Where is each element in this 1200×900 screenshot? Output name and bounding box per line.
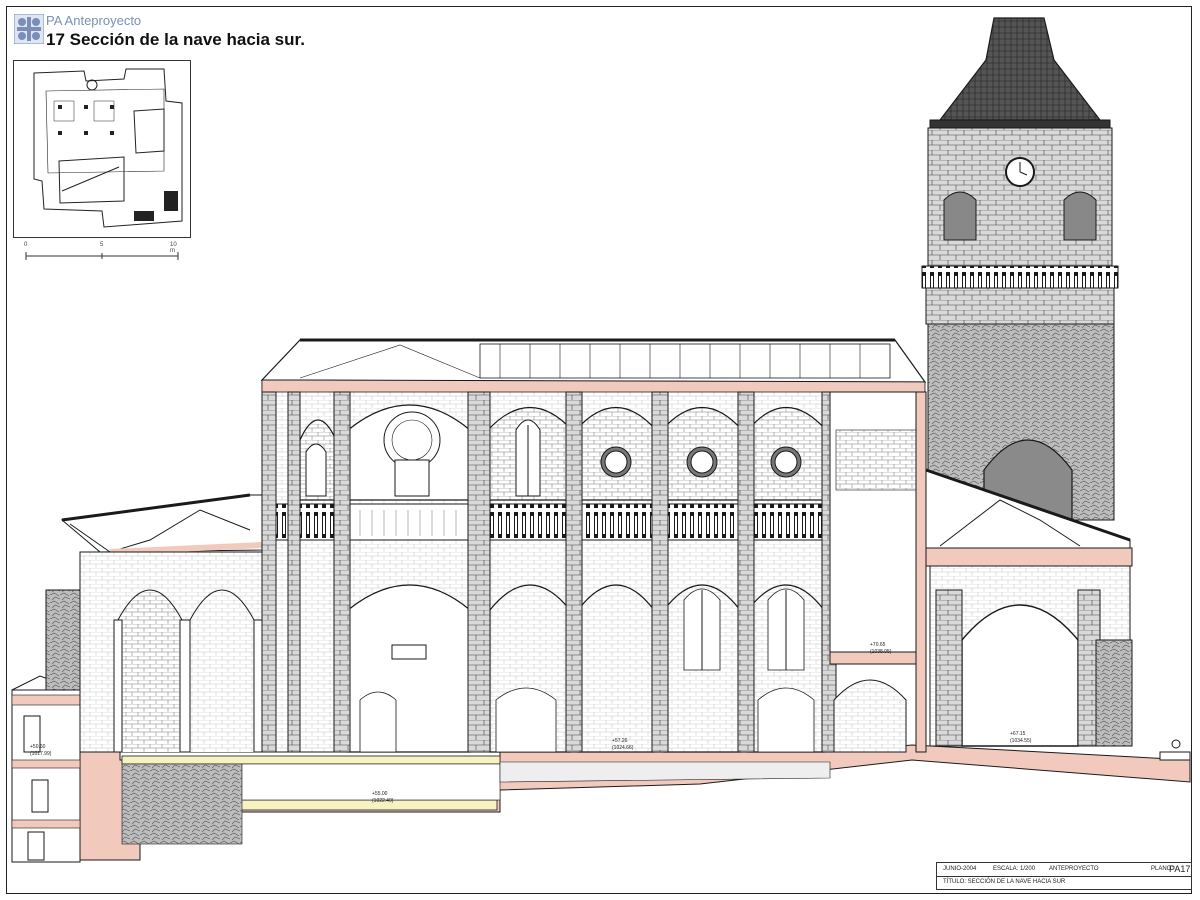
level-marker: (1017.99) [30,751,52,757]
right-exterior [1159,739,1191,761]
level-marker: +55.00 [372,791,388,797]
level-marker: (1038.05) [870,649,892,655]
title-block-title: TÍTULO: SECCIÓN DE LA NAVE HACIA SUR [943,879,1066,885]
left-aisle [79,551,265,753]
title-block-phase: ANTEPROYECTO [1049,866,1099,872]
level-marker: +70.65 [870,642,886,648]
level-marker: (1034.55) [1010,738,1032,744]
adjacent-building [11,589,81,863]
title-block-scale: ESCALA: 1/200 [993,866,1036,872]
title-block: JUNIO-2004 ESCALA: 1/200 ANTEPROYECTO PL… [936,862,1192,890]
nave-body [260,338,927,753]
bell-tower [921,17,1133,747]
title-block-plan-code: PA17 [1169,864,1191,874]
transition-wall [829,391,927,753]
level-marker: +67.15 [1010,731,1026,737]
level-marker: +50.60 [30,744,46,750]
title-block-divider [937,876,1191,877]
section-drawing: +55.00 (1022.40) +57.26 (1024.66) +70.65… [11,17,1191,863]
level-marker: (1024.66) [612,745,634,751]
level-marker: (1022.40) [372,798,394,804]
level-marker: +57.26 [612,738,628,744]
left-aisle-roof [60,493,263,555]
title-block-date: JUNIO-2004 [943,866,977,872]
